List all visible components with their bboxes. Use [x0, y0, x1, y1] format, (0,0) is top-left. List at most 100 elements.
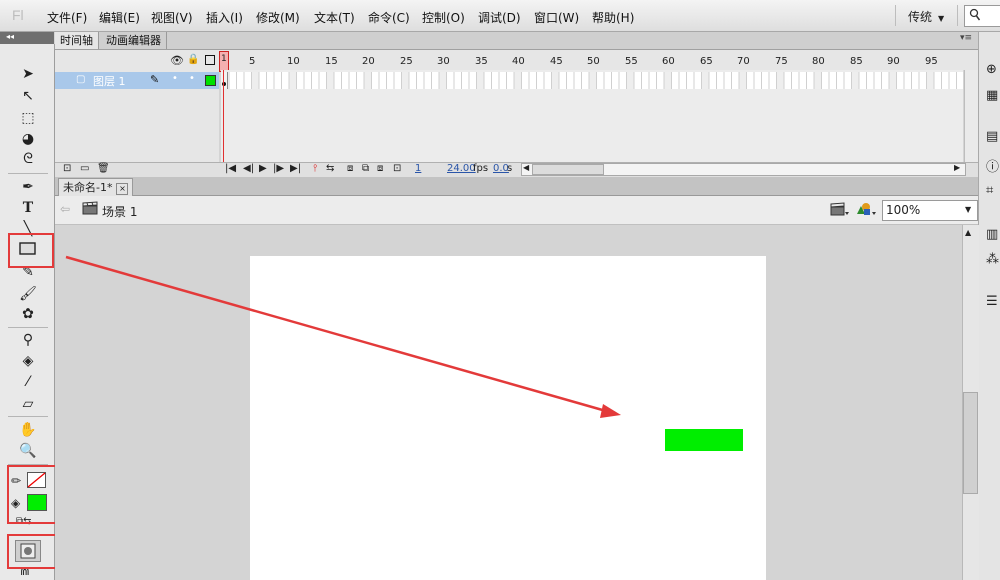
info-panel-icon[interactable]: ⓘ: [986, 156, 999, 175]
zoom-tool-icon[interactable]: 🔍: [15, 441, 41, 461]
lasso-tool-icon[interactable]: ᘓ: [15, 149, 41, 169]
menu-view[interactable]: 视图(V): [151, 9, 193, 26]
new-layer-icon[interactable]: ⊡: [63, 163, 71, 174]
ruler-label: 50: [587, 56, 600, 67]
eye-icon[interactable]: 👁: [170, 54, 184, 67]
menu-insert[interactable]: 插入(I): [206, 9, 243, 26]
close-icon[interactable]: ×: [116, 183, 129, 195]
onion-outline-icon[interactable]: ⧉: [362, 163, 369, 174]
collapse-icon: ◂◂: [6, 32, 15, 41]
document-tabbar: [55, 177, 978, 196]
menu-commands[interactable]: 命令(C): [368, 9, 410, 26]
scroll-thumb[interactable]: [963, 392, 978, 494]
menu-divider: [957, 5, 958, 26]
scroll-up-icon[interactable]: ▲: [965, 228, 971, 237]
back-arrow-icon[interactable]: ⇦: [60, 202, 70, 216]
menu-window[interactable]: 窗口(W): [534, 9, 579, 26]
menu-divider: [895, 5, 896, 26]
layer-name[interactable]: 图层 1: [93, 73, 126, 89]
toolbar-header[interactable]: ◂◂: [0, 32, 54, 44]
scroll-thumb[interactable]: [532, 164, 604, 175]
menu-edit[interactable]: 编辑(E): [99, 9, 140, 26]
align-panel-icon[interactable]: ▤: [986, 129, 998, 144]
ruler-label: 15: [325, 56, 338, 67]
tab-timeline[interactable]: 时间轴: [55, 32, 99, 49]
edit-scene-icon[interactable]: [830, 201, 850, 217]
ruler-label: 5: [249, 56, 256, 67]
deco-tool-icon[interactable]: ✿: [15, 304, 41, 324]
lock-icon[interactable]: 🔒: [187, 54, 199, 65]
tab-motion-editor[interactable]: 动画编辑器: [101, 32, 167, 49]
3d-rotation-tool-icon[interactable]: ◕: [15, 129, 41, 149]
paint-bucket-tool-icon[interactable]: ◈: [15, 351, 41, 371]
last-frame-icon[interactable]: ▶|: [290, 163, 301, 174]
green-rectangle-shape[interactable]: [665, 429, 743, 451]
fps-readout[interactable]: 24.00: [447, 163, 476, 174]
workspace-switcher[interactable]: 传统 ▼: [908, 8, 944, 25]
layer-outline-color[interactable]: [205, 75, 216, 86]
scroll-right-icon[interactable]: ▶: [954, 163, 960, 172]
panel-menu-icon[interactable]: ▾≡: [960, 33, 972, 43]
menu-text[interactable]: 文本(T): [314, 9, 355, 26]
search-icon: [969, 8, 981, 21]
ruler-label: 95: [925, 56, 938, 67]
edit-symbol-icon[interactable]: [855, 201, 877, 217]
ruler-label: 20: [362, 56, 375, 67]
playhead-line: [223, 70, 224, 176]
subselection-tool-icon[interactable]: ↖: [15, 86, 41, 106]
selection-tool-icon[interactable]: ➤: [15, 64, 41, 84]
chevron-down-icon[interactable]: ▼: [965, 205, 971, 214]
pen-tool-icon[interactable]: ✒: [15, 177, 41, 197]
ruler-label: 55: [625, 56, 638, 67]
edit-multiple-icon[interactable]: ⧈: [377, 163, 383, 174]
timeline-scrollbar[interactable]: [964, 70, 978, 162]
components-panel-icon[interactable]: ⁂: [986, 252, 999, 267]
stage-canvas[interactable]: [250, 256, 766, 580]
ruler-label: 10: [287, 56, 300, 67]
prev-frame-icon[interactable]: ◀|: [243, 163, 254, 174]
menu-control[interactable]: 控制(O): [422, 9, 465, 26]
tool-divider: [8, 327, 48, 328]
free-transform-tool-icon[interactable]: ⬚: [15, 108, 41, 128]
fps-unit: fps: [473, 163, 489, 174]
hand-tool-icon[interactable]: ✋: [15, 420, 41, 440]
outline-icon[interactable]: [205, 55, 215, 65]
ruler-label: 25: [400, 56, 413, 67]
menu-help[interactable]: 帮助(H): [592, 9, 634, 26]
menu-modify[interactable]: 修改(M): [256, 9, 300, 26]
text-tool-icon[interactable]: T: [15, 198, 41, 218]
current-frame-readout[interactable]: 1: [415, 163, 421, 174]
visibility-dot[interactable]: •: [172, 73, 178, 84]
loop-icon[interactable]: ⇆: [326, 163, 334, 174]
frame-row[interactable]: [221, 72, 963, 89]
ruler-label: 35: [475, 56, 488, 67]
eyedropper-tool-icon[interactable]: ⁄: [15, 372, 41, 392]
ruler-label: 45: [550, 56, 563, 67]
menu-debug[interactable]: 调试(D): [478, 9, 521, 26]
pencil-edit-icon: ✎: [150, 73, 160, 86]
library-panel-icon[interactable]: ▥: [986, 227, 998, 242]
app-logo: Fl: [12, 7, 24, 23]
first-frame-icon[interactable]: |◀: [225, 163, 236, 174]
onion-markers-icon[interactable]: ⊡: [393, 163, 401, 174]
lock-dot[interactable]: •: [189, 73, 195, 84]
onion-skin-icon[interactable]: ⧈: [347, 163, 353, 174]
bone-tool-icon[interactable]: ⚲: [15, 330, 41, 350]
transform-panel-icon[interactable]: ⌗: [986, 183, 993, 198]
properties-panel-icon[interactable]: ☰: [986, 294, 998, 309]
swatches-panel-icon[interactable]: ▦: [986, 88, 998, 103]
color-panel-icon[interactable]: ⊕: [986, 62, 997, 77]
document-tab[interactable]: 未命名-1* ×: [58, 178, 134, 196]
scene-breadcrumb[interactable]: 场景 1: [102, 203, 137, 220]
play-icon[interactable]: ▶: [259, 163, 267, 174]
brush-tool-icon[interactable]: 🖌: [15, 284, 41, 304]
new-folder-icon[interactable]: ▭: [80, 163, 89, 174]
menu-file[interactable]: 文件(F): [47, 9, 87, 26]
ruler-label: 60: [662, 56, 675, 67]
eraser-tool-icon[interactable]: ▱: [15, 394, 41, 414]
chevron-down-icon: ▼: [938, 14, 945, 23]
next-frame-icon[interactable]: |▶: [273, 163, 284, 174]
center-frame-icon[interactable]: ⫯: [313, 163, 317, 174]
scroll-left-icon[interactable]: ◀: [523, 163, 529, 172]
delete-layer-icon[interactable]: 🗑: [97, 163, 110, 174]
